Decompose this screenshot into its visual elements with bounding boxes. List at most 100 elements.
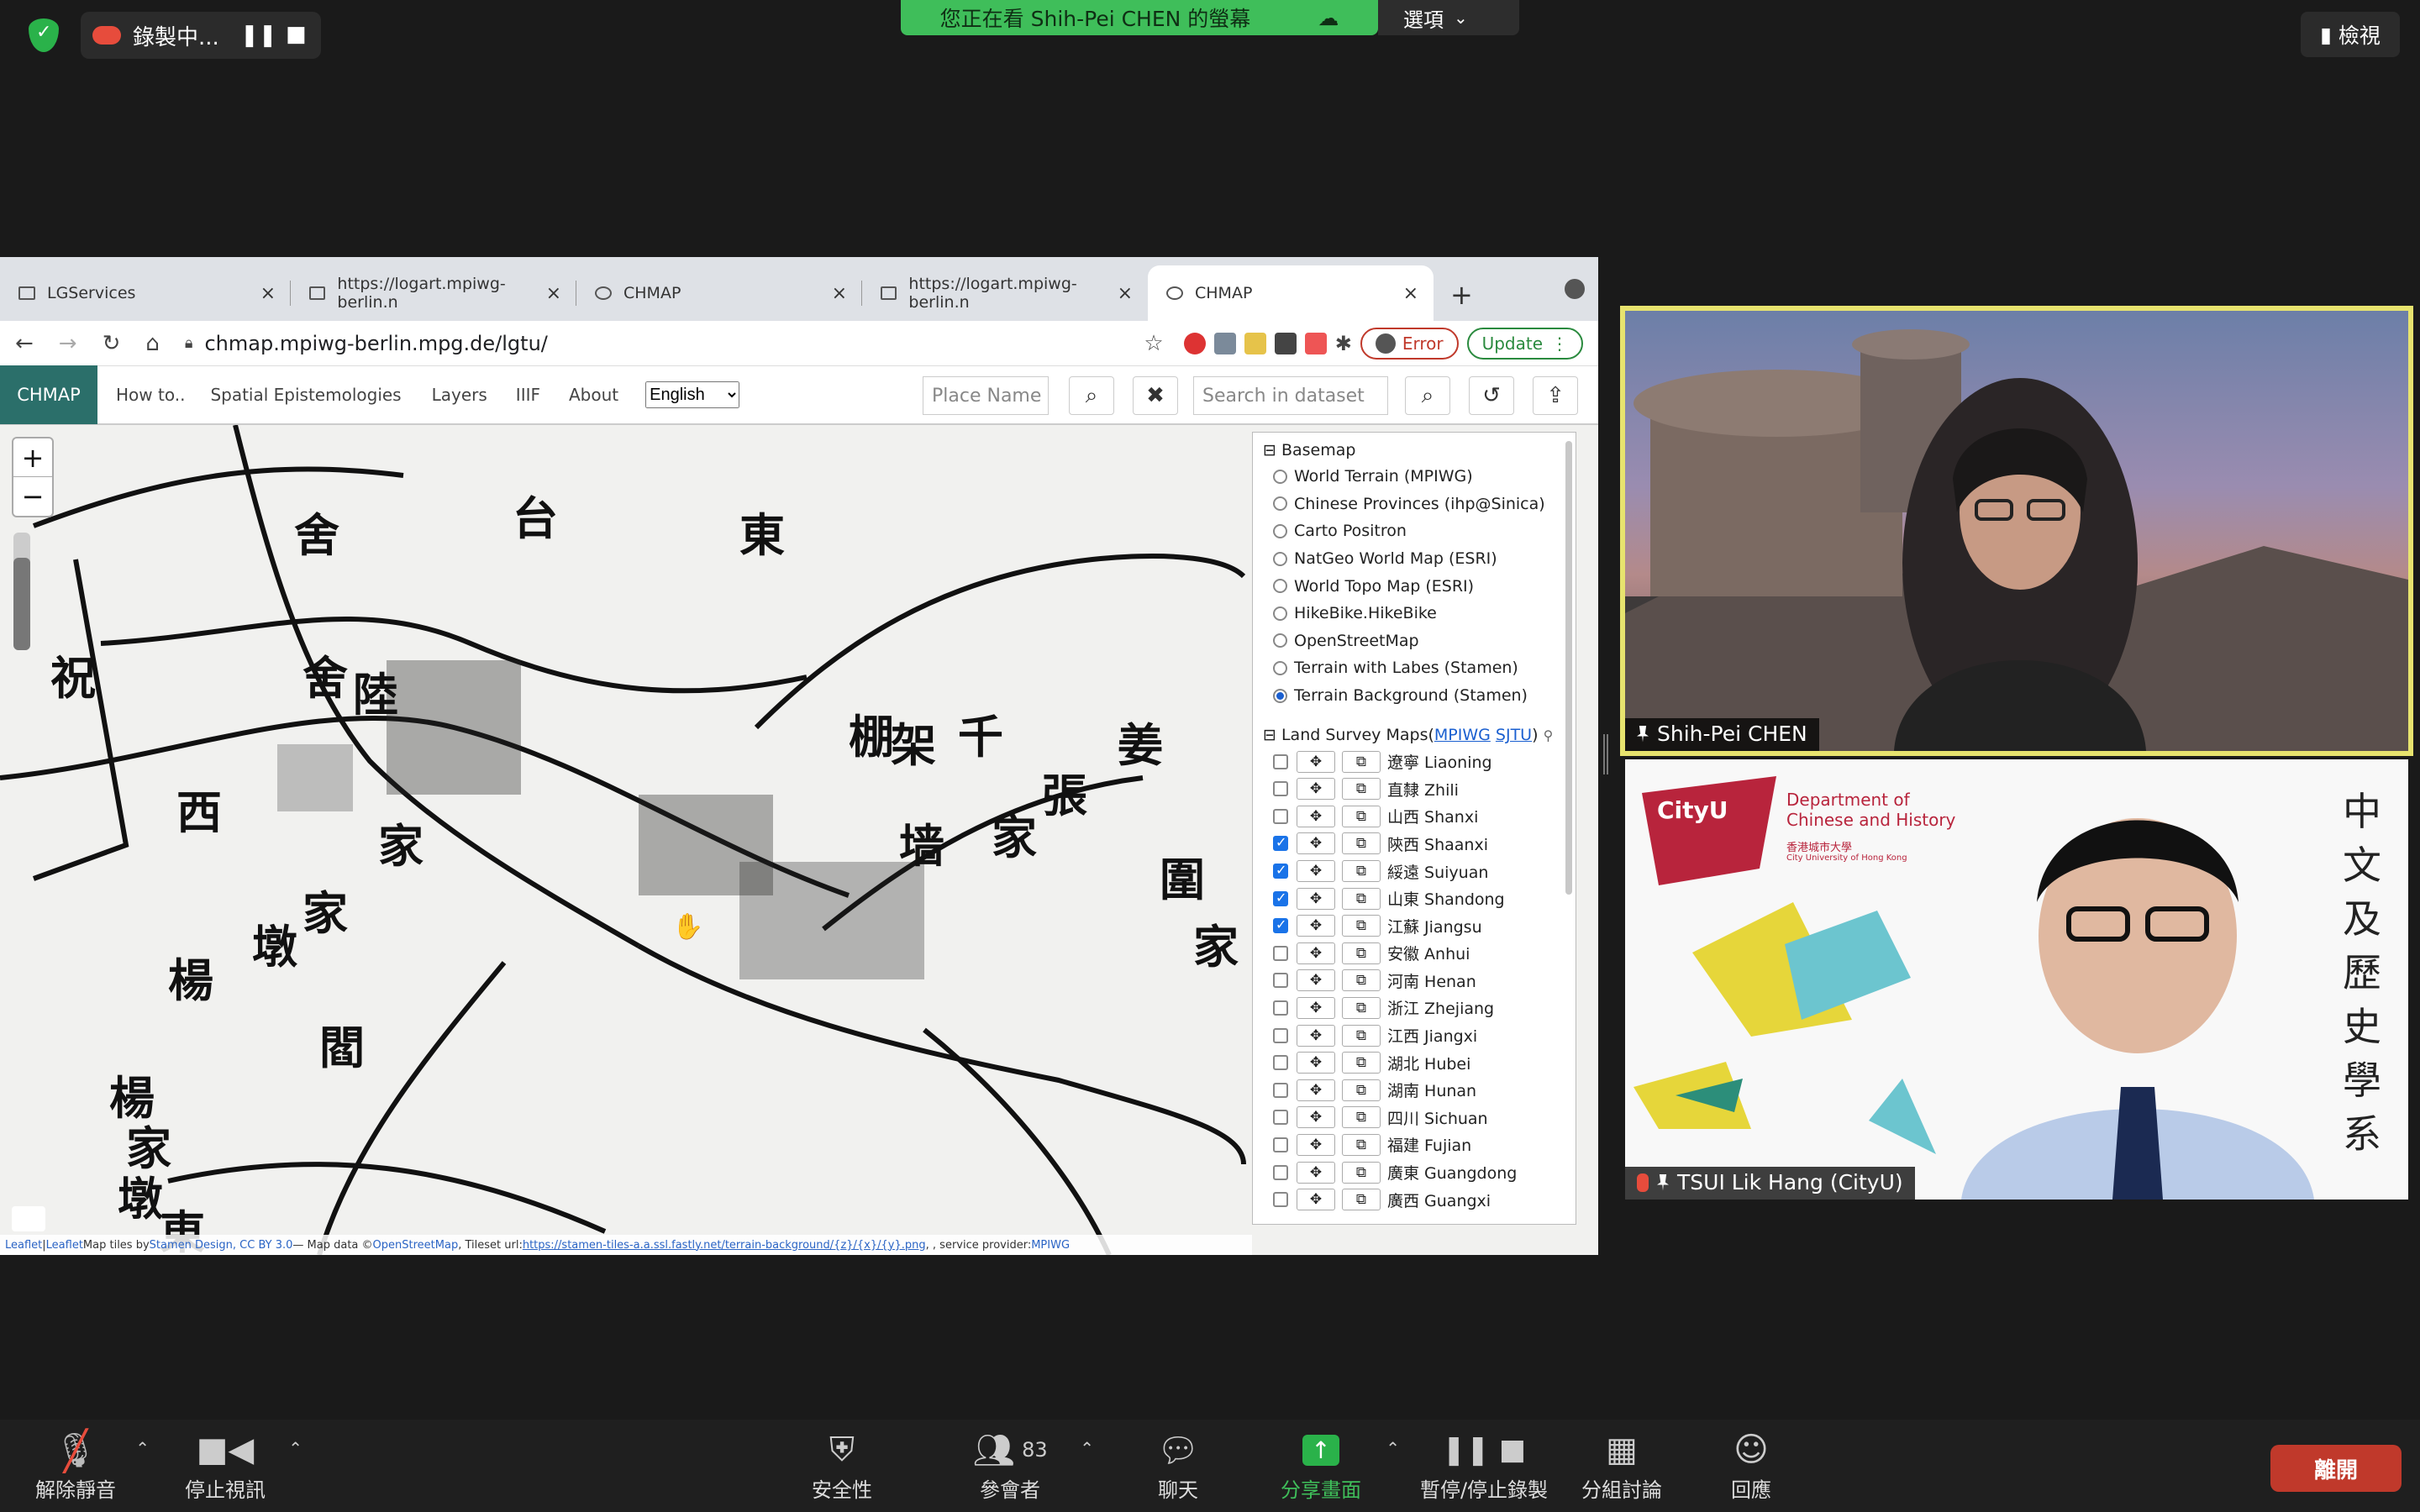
layer-copy-icon[interactable]: ⧉ [1342, 860, 1381, 883]
update-button[interactable]: Update ⋮ [1466, 328, 1583, 360]
audio-options-caret-icon[interactable]: ⌃ [135, 1438, 150, 1458]
reload-icon[interactable]: ↻ [103, 331, 121, 356]
layer-copy-icon[interactable]: ⧉ [1342, 969, 1381, 992]
nav-iiif[interactable]: IIIF [516, 385, 540, 405]
move-layer-icon[interactable]: ✥ [1297, 996, 1335, 1019]
nav-layers[interactable]: Layers [432, 385, 487, 405]
move-layer-icon[interactable]: ✥ [1297, 1024, 1335, 1047]
reset-icon[interactable]: ↺ [1469, 376, 1514, 415]
share-screen-button[interactable]: ↑ 分享畫面 ⌃ [1254, 1426, 1400, 1507]
back-icon[interactable]: ← [15, 331, 34, 356]
layer-checkbox[interactable] [1273, 890, 1288, 906]
extension-icon[interactable] [1304, 333, 1327, 354]
sjtu-link[interactable]: SJTU [1496, 726, 1532, 744]
pause-recording-icon[interactable]: ❚❚ [240, 23, 277, 48]
layer-checkbox[interactable] [1273, 1164, 1288, 1180]
adblock-icon[interactable] [1183, 333, 1206, 354]
move-layer-icon[interactable]: ✥ [1297, 969, 1335, 992]
basemap-radio[interactable] [1273, 606, 1287, 621]
leaflet-link[interactable]: Leaflet [5, 1239, 42, 1252]
stop-recording-icon[interactable]: ■ [286, 22, 307, 47]
dataset-search-input[interactable]: Search in dataset [1193, 376, 1388, 415]
move-layer-icon[interactable]: ✥ [1297, 915, 1335, 937]
zoom-out-button[interactable]: − [13, 477, 52, 516]
basemap-radio[interactable] [1273, 688, 1287, 703]
layer-copy-icon[interactable]: ⧉ [1342, 915, 1381, 937]
layer-copy-icon[interactable]: ⧉ [1342, 750, 1381, 773]
security-button[interactable]: ⛨ 安全性 [775, 1426, 909, 1507]
basemap-radio[interactable] [1273, 551, 1287, 566]
chmap-brand[interactable]: CHMAP [0, 365, 97, 424]
layer-checkbox[interactable] [1273, 753, 1288, 769]
browser-tab-chmap-active[interactable]: CHMAP × [1148, 265, 1434, 321]
layer-checkbox[interactable] [1273, 1027, 1288, 1043]
pause-stop-recording-button[interactable]: ❚❚ ■ 暫停/停止錄製 [1408, 1426, 1560, 1507]
layer-copy-icon[interactable]: ⧉ [1342, 942, 1381, 964]
close-tab-icon[interactable]: × [1403, 283, 1418, 304]
browser-tab-logart-2[interactable]: https://logart.mpiwg-berlin.n × [862, 265, 1148, 321]
move-layer-icon[interactable]: ✥ [1297, 750, 1335, 773]
layer-checkbox[interactable] [1273, 1137, 1288, 1152]
video-options-caret-icon[interactable]: ⌃ [288, 1438, 302, 1458]
map-canvas[interactable]: 舍台東棚架千墙家張姜舍陸祝西家楊墩家閻楊家墩東圍家 + − ✋ ⊟ Basema… [0, 425, 1598, 1255]
layer-checkbox[interactable] [1273, 834, 1288, 852]
dataset-search-icon[interactable]: ⌕ [1405, 376, 1450, 415]
chat-button[interactable]: 💬︎ 聊天 [1111, 1426, 1245, 1507]
share-caret-icon[interactable]: ⌃ [1386, 1438, 1400, 1458]
url-input[interactable]: chmap.mpiwg-berlin.mpg.de/lgtu/ [204, 332, 547, 355]
layer-copy-icon[interactable]: ⧉ [1342, 887, 1381, 910]
browser-tab-logart-1[interactable]: https://logart.mpiwg-berlin.n × [291, 265, 576, 321]
move-layer-icon[interactable]: ✥ [1297, 1133, 1335, 1156]
basemap-option[interactable]: World Terrain (MPIWG) [1253, 463, 1576, 491]
move-layer-icon[interactable]: ✥ [1297, 805, 1335, 827]
view-options-dropdown[interactable]: 選項 ⌄ [1378, 0, 1519, 35]
mpiwg-provider-link[interactable]: MPIWG [1031, 1239, 1070, 1252]
layer-checkbox[interactable] [1273, 945, 1288, 961]
bookmark-star-icon[interactable]: ☆ [1144, 331, 1163, 356]
basemap-radio[interactable] [1273, 633, 1287, 648]
move-layer-icon[interactable]: ✥ [1297, 1161, 1335, 1184]
layer-checkbox[interactable] [1273, 1000, 1288, 1016]
basemap-option[interactable]: Chinese Provinces (ihp@Sinica) [1253, 491, 1576, 518]
close-tab-icon[interactable]: × [260, 283, 276, 304]
move-layer-icon[interactable]: ✥ [1297, 1189, 1335, 1211]
move-layer-icon[interactable]: ✥ [1297, 1052, 1335, 1074]
extension-icon[interactable] [1274, 333, 1297, 354]
new-tab-icon[interactable]: + [1434, 279, 1490, 321]
tab-search-icon[interactable] [1565, 279, 1585, 299]
layer-checkbox[interactable] [1273, 1110, 1288, 1126]
panel-scrollbar[interactable] [1565, 441, 1572, 895]
unmute-button[interactable]: 🎙︎ ╱ 解除靜音 ⌃ [8, 1426, 150, 1507]
leave-meeting-button[interactable]: 離開 [2270, 1445, 2402, 1492]
panel-resize-handle[interactable] [1603, 734, 1608, 774]
stamen-link[interactable]: Stamen Design, CC BY 3.0 [150, 1239, 293, 1252]
home-icon[interactable]: ⌂ [145, 331, 160, 356]
tileset-url-link[interactable]: https://stamen-tiles-a.a.ssl.fastly.net/… [523, 1239, 926, 1252]
browser-tab-chmap-1[interactable]: CHMAP × [576, 265, 862, 321]
nav-spatial-epistemologies[interactable]: Spatial Epistemologies [210, 385, 401, 405]
basemap-option[interactable]: Terrain Background (Stamen) [1253, 682, 1576, 710]
layer-checkbox[interactable] [1273, 1082, 1288, 1098]
breakout-rooms-button[interactable]: ▦ 分組討論 [1555, 1426, 1689, 1507]
move-layer-icon[interactable]: ✥ [1297, 832, 1335, 855]
video-tile-tsui-lik-hang[interactable]: CityU Department of Chinese and History … [1625, 759, 2408, 1200]
layer-copy-icon[interactable]: ⧉ [1342, 1189, 1381, 1211]
clear-icon[interactable]: ✖ [1133, 376, 1178, 415]
collapse-icon[interactable]: ⊟ [1263, 726, 1276, 744]
puzzle-icon[interactable]: ✱ [1335, 332, 1352, 355]
move-layer-icon[interactable]: ✥ [1297, 1106, 1335, 1129]
basemap-radio[interactable] [1273, 523, 1287, 538]
reactions-button[interactable]: ☺︎ 回應 [1684, 1426, 1818, 1507]
basemap-radio[interactable] [1273, 496, 1287, 512]
nav-about[interactable]: About [569, 385, 618, 405]
forward-icon[interactable]: → [59, 331, 77, 356]
security-shield-icon[interactable] [29, 18, 59, 52]
folder-icon[interactable] [1244, 333, 1266, 354]
basemap-radio[interactable] [1273, 469, 1287, 484]
layer-checkbox[interactable] [1273, 973, 1288, 989]
basemap-option[interactable]: Terrain with Labes (Stamen) [1253, 654, 1576, 682]
mpiwg-link[interactable]: MPIWG [1434, 726, 1491, 744]
basemap-option[interactable]: NatGeo World Map (ESRI) [1253, 545, 1576, 573]
profile-error-button[interactable]: Error [1360, 328, 1459, 360]
move-layer-icon[interactable]: ✥ [1297, 860, 1335, 883]
